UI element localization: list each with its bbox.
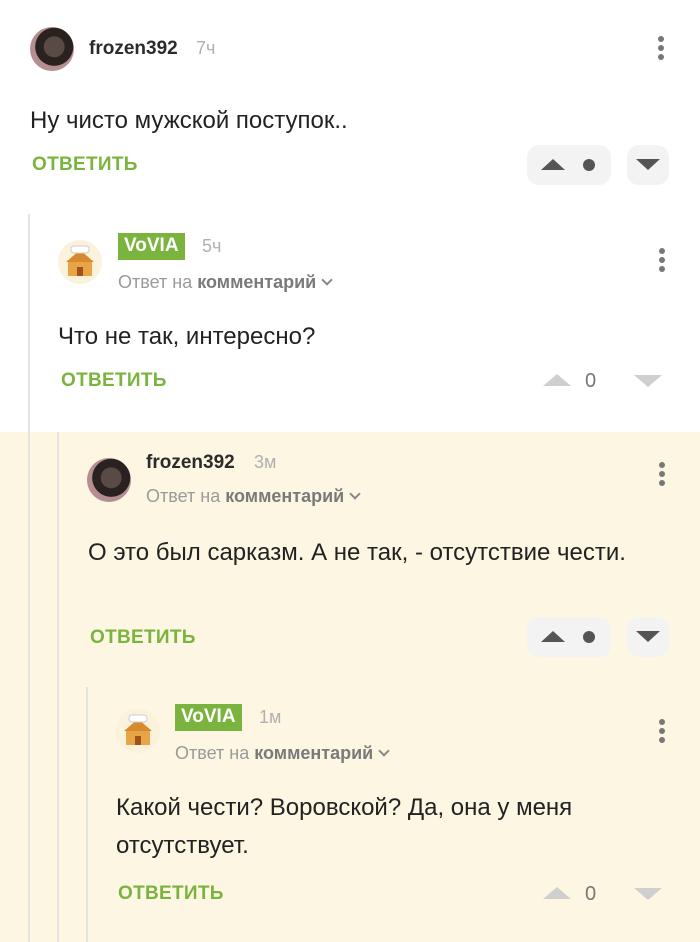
more-menu-icon[interactable] bbox=[656, 719, 668, 749]
dot-icon bbox=[583, 631, 595, 643]
vote-down-icon[interactable] bbox=[634, 375, 662, 387]
thread-line bbox=[57, 687, 59, 942]
comment-time: 7ч bbox=[196, 38, 216, 58]
reply-to-prefix: Ответ на bbox=[118, 272, 193, 292]
arrow-up-icon bbox=[541, 631, 565, 642]
reply-button[interactable]: ОТВЕТИТЬ bbox=[90, 627, 196, 649]
user-avatar[interactable] bbox=[58, 240, 102, 284]
more-menu-icon[interactable] bbox=[656, 462, 668, 492]
comment-time: 3м bbox=[254, 452, 277, 472]
arrow-up-icon bbox=[541, 159, 565, 170]
author-name[interactable]: VoVIA bbox=[118, 233, 185, 260]
reply-to-prefix: Ответ на bbox=[175, 743, 250, 763]
reply-button[interactable]: ОТВЕТИТЬ bbox=[118, 883, 224, 905]
thread-line bbox=[28, 214, 30, 432]
comment: frozen392 7ч Ну чисто мужской поступок..… bbox=[0, 0, 700, 200]
thread-line bbox=[86, 687, 88, 942]
reply-to-target[interactable]: комментарий bbox=[254, 743, 373, 763]
comment-text: Что не так, интересно? bbox=[58, 323, 316, 350]
author-name[interactable]: frozen392 bbox=[146, 452, 235, 474]
thread-line bbox=[57, 432, 59, 687]
reply-to-target[interactable]: комментарий bbox=[197, 272, 316, 292]
thread-line bbox=[28, 432, 30, 687]
arrow-down-icon bbox=[636, 631, 660, 642]
reply-to-target[interactable]: комментарий bbox=[225, 486, 344, 506]
chevron-down-icon bbox=[378, 745, 390, 757]
comment-text: Ну чисто мужской поступок.. bbox=[30, 107, 348, 134]
reply-to-prefix: Ответ на bbox=[146, 486, 221, 506]
comment: frozen392 3м Ответ на комментарий О это … bbox=[0, 432, 700, 687]
arrow-down-icon bbox=[636, 159, 660, 170]
thread-line bbox=[28, 687, 30, 942]
more-menu-icon[interactable] bbox=[655, 36, 667, 66]
vote-up-icon[interactable] bbox=[543, 887, 571, 899]
rating-value: 0 bbox=[585, 370, 597, 392]
comment-time: 5ч bbox=[202, 236, 222, 256]
comment: VoVIA 5ч Ответ на комментарий Что не так… bbox=[0, 200, 700, 432]
more-menu-icon[interactable] bbox=[656, 248, 668, 278]
reply-button[interactable]: ОТВЕТИТЬ bbox=[32, 154, 138, 176]
comment-text: Какой чести? Воровской? Да, она у меня о… bbox=[116, 794, 573, 859]
dot-icon bbox=[583, 159, 595, 171]
author-name[interactable]: VoVIA bbox=[175, 704, 242, 731]
vote-down-button[interactable] bbox=[627, 145, 669, 185]
reply-to-link[interactable]: Ответ на комментарий bbox=[175, 743, 390, 764]
reply-to-link[interactable]: Ответ на комментарий bbox=[118, 272, 333, 293]
vote-down-button[interactable] bbox=[627, 617, 669, 657]
chevron-down-icon bbox=[349, 488, 361, 500]
vote-up-button[interactable] bbox=[527, 617, 611, 657]
vote-up-icon[interactable] bbox=[543, 374, 571, 386]
comment-time: 1м bbox=[259, 707, 282, 727]
reply-button[interactable]: ОТВЕТИТЬ bbox=[61, 370, 167, 392]
vote-down-icon[interactable] bbox=[634, 888, 662, 900]
vote-up-button[interactable] bbox=[527, 145, 611, 185]
user-avatar[interactable] bbox=[116, 709, 160, 753]
comment: VoVIA 1м Ответ на комментарий Какой чест… bbox=[0, 687, 700, 942]
chevron-down-icon bbox=[321, 274, 333, 286]
author-name[interactable]: frozen392 bbox=[89, 38, 178, 60]
user-avatar[interactable] bbox=[30, 27, 74, 71]
rating-value: 0 bbox=[585, 883, 597, 905]
user-avatar[interactable] bbox=[87, 458, 131, 502]
reply-to-link[interactable]: Ответ на комментарий bbox=[146, 486, 361, 507]
comment-text: О это был сарказм. А не так, - отсутстви… bbox=[88, 539, 626, 566]
